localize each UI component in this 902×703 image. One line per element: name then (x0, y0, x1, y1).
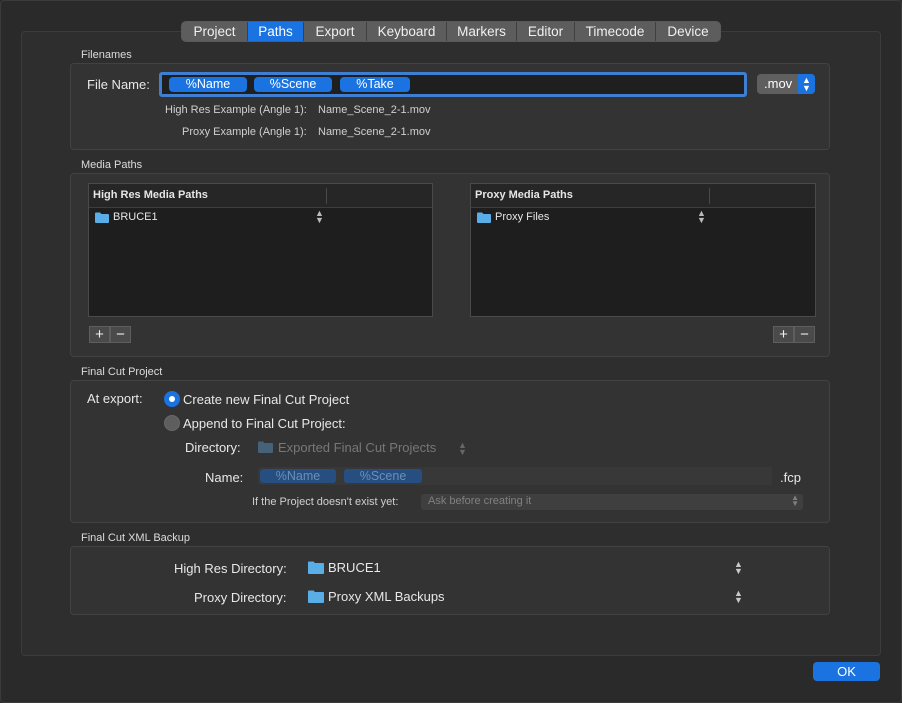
chevron-updown-icon[interactable]: ▲ ▼ (315, 209, 324, 225)
popup-arrows-icon: ▲ ▼ (798, 74, 815, 94)
tab-paths[interactable]: Paths (248, 22, 304, 41)
directory-value: Exported Final Cut Projects (278, 440, 437, 455)
high-res-media-paths-table: High Res Media Paths BRUCE1 ▲ ▼ (88, 183, 433, 317)
append-project-radio[interactable] (164, 415, 180, 431)
chevron-updown-icon: ▲ ▼ (791, 493, 799, 508)
table-row[interactable]: Proxy Files ▲ ▼ (471, 209, 815, 226)
tab-export[interactable]: Export (304, 22, 367, 41)
column-separator (709, 188, 710, 204)
high-res-media-paths-header: High Res Media Paths (93, 189, 208, 201)
table-header: Proxy Media Paths (471, 184, 815, 208)
folder-icon (258, 441, 273, 453)
file-name-label: File Name: (87, 77, 150, 92)
filenames-section-title: Filenames (81, 49, 132, 61)
token-name[interactable]: %Name (169, 77, 247, 92)
doesnt-exist-label: If the Project doesn't exist yet: (252, 496, 399, 508)
token-scene: %Scene (344, 469, 422, 483)
table-row-name: Proxy Files (495, 211, 550, 223)
add-high-res-path-button[interactable]: + (89, 326, 110, 343)
name-label: Name: (205, 470, 244, 485)
remove-high-res-path-button[interactable]: − (110, 326, 131, 343)
proxy-directory-popup[interactable]: Proxy XML Backups ▲ ▼ (308, 589, 748, 607)
token-name: %Name (260, 469, 336, 483)
chevron-updown-icon: ▲ ▼ (734, 588, 743, 605)
folder-icon (477, 212, 491, 223)
proxy-example-value: Name_Scene_2-1.mov (318, 126, 431, 138)
append-project-label[interactable]: Append to Final Cut Project: (183, 416, 346, 431)
high-res-example-value: Name_Scene_2-1.mov (318, 104, 431, 116)
proxy-example-label: Proxy Example (Angle 1): (182, 126, 307, 138)
token-take[interactable]: %Take (340, 77, 410, 92)
project-name-token-field[interactable]: %Name %Scene (258, 467, 772, 485)
xml-backup-section-title: Final Cut XML Backup (81, 532, 191, 544)
table-row-name: BRUCE1 (113, 211, 158, 223)
table-header: High Res Media Paths (89, 184, 432, 208)
table-row[interactable]: BRUCE1 ▲ ▼ (89, 209, 432, 226)
extension-popup[interactable]: .mov ▲ ▼ (757, 74, 815, 94)
final-cut-project-section-title: Final Cut Project (81, 366, 163, 378)
create-project-radio[interactable] (164, 391, 180, 407)
tab-keyboard[interactable]: Keyboard (367, 22, 447, 41)
tab-timecode[interactable]: Timecode (575, 22, 656, 41)
token-scene[interactable]: %Scene (254, 77, 332, 92)
extension-value: .mov (764, 76, 793, 91)
tab-project[interactable]: Project (182, 22, 248, 41)
folder-icon (95, 212, 109, 223)
directory-label: Directory: (185, 440, 241, 455)
folder-icon (308, 561, 324, 574)
tab-device[interactable]: Device (656, 22, 720, 41)
project-extension: .fcp (780, 470, 801, 485)
chevron-updown-icon[interactable]: ▲ ▼ (697, 209, 706, 225)
media-paths-section-title: Media Paths (81, 159, 143, 171)
tab-bar: Project Paths Export Keyboard Markers Ed… (181, 21, 721, 42)
doesnt-exist-value: Ask before creating it (428, 495, 532, 507)
column-separator (326, 188, 327, 204)
tab-editor[interactable]: Editor (517, 22, 575, 41)
doesnt-exist-popup[interactable]: Ask before creating it ▲ ▼ (421, 494, 803, 510)
at-export-label: At export: (87, 391, 143, 406)
proxy-directory-label: Proxy Directory: (194, 590, 287, 605)
proxy-media-paths-table: Proxy Media Paths Proxy Files ▲ ▼ (470, 183, 816, 317)
high-res-directory-label: High Res Directory: (174, 561, 287, 576)
proxy-directory-value: Proxy XML Backups (328, 589, 445, 604)
ok-button[interactable]: OK (813, 662, 880, 681)
add-proxy-path-button[interactable]: + (773, 326, 794, 343)
chevron-updown-icon: ▲ ▼ (734, 559, 743, 576)
folder-icon (308, 590, 324, 603)
proxy-media-paths-header: Proxy Media Paths (475, 189, 573, 201)
remove-proxy-path-button[interactable]: − (794, 326, 815, 343)
create-project-label[interactable]: Create new Final Cut Project (183, 392, 349, 407)
chevron-updown-icon: ▲ ▼ (458, 440, 467, 457)
high-res-example-label: High Res Example (Angle 1): (165, 104, 307, 116)
directory-popup[interactable]: Exported Final Cut Projects ▲ ▼ (258, 440, 478, 457)
high-res-directory-value: BRUCE1 (328, 560, 381, 575)
high-res-directory-popup[interactable]: BRUCE1 ▲ ▼ (308, 560, 748, 578)
tab-markers[interactable]: Markers (447, 22, 517, 41)
file-name-token-field[interactable]: %Name %Scene %Take (159, 72, 747, 97)
